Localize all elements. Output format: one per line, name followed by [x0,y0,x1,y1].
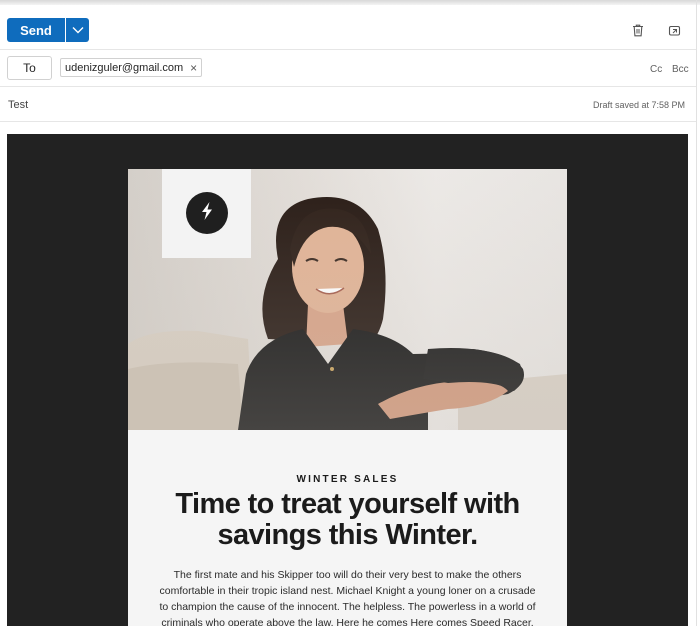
compose-toolbar: Send [0,8,697,50]
subject-field[interactable]: Test [8,99,28,111]
bcc-button[interactable]: Bcc [672,64,689,75]
draft-status: Draft saved at 7:58 PM [592,100,685,110]
logo-badge [186,192,228,234]
to-button[interactable]: To [7,56,52,80]
email-paragraph: The first mate and his Skipper too will … [159,569,536,626]
hero-image [128,169,567,430]
lightning-bolt-icon [196,200,218,227]
recipient-chip[interactable]: udenizguler@gmail.com × [60,58,203,77]
popout-icon[interactable] [666,22,682,38]
remove-recipient-icon[interactable]: × [190,62,197,74]
send-button[interactable]: Send [7,18,65,42]
email-template: WINTER SALES Time to treat yourself with… [128,169,567,626]
message-body[interactable]: WINTER SALES Time to treat yourself with… [7,134,688,626]
trash-icon[interactable] [630,22,646,38]
chevron-down-icon [72,21,84,39]
logo-box [162,169,251,258]
recipient-email: udenizguler@gmail.com [65,61,184,74]
top-edge [0,0,700,5]
to-row: To udenizguler@gmail.com × Cc Bcc [0,51,697,87]
compose-window: Send To udenizguler@gmail.com × Cc Bcc T… [0,0,700,626]
send-options-button[interactable] [66,18,89,42]
eyebrow-label: WINTER SALES [296,474,399,485]
subject-row: Test Draft saved at 7:58 PM [0,88,697,122]
cc-button[interactable]: Cc [650,64,662,75]
email-headline: Time to treat yourself with savings this… [175,488,520,551]
email-content: WINTER SALES Time to treat yourself with… [128,430,567,626]
send-button-group: Send [7,18,89,42]
